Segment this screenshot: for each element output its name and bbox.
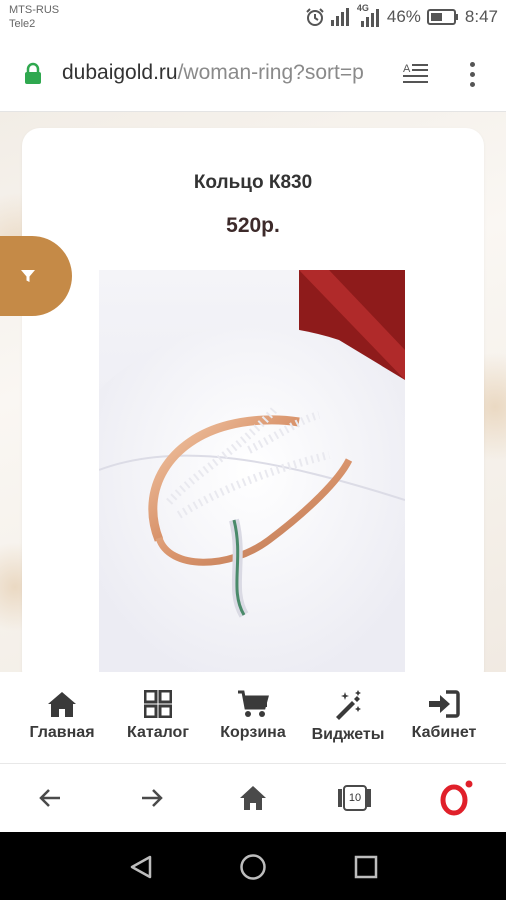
status-icons: 4G 46% 8:47 bbox=[305, 3, 498, 28]
svg-text:A: A bbox=[403, 63, 411, 75]
signal-icon bbox=[330, 8, 349, 26]
home-icon bbox=[48, 692, 76, 717]
address-bar[interactable]: dubaigold.ru/woman-ring?sort=p A bbox=[0, 36, 506, 112]
nav-cart-label: Корзина bbox=[220, 724, 286, 741]
product-title[interactable]: Кольцо К830 bbox=[22, 172, 484, 194]
nav-widgets-label: Виджеты bbox=[311, 726, 385, 743]
site-bottom-nav: Главная Каталог Корзина Виджеты Кабинет bbox=[0, 672, 506, 764]
android-back-icon[interactable] bbox=[128, 854, 154, 880]
lock-icon bbox=[25, 62, 41, 84]
android-recents-icon[interactable] bbox=[353, 854, 379, 880]
back-arrow-icon[interactable] bbox=[34, 782, 66, 814]
product-card[interactable]: Кольцо К830 520р. bbox=[22, 128, 484, 688]
page-content: Кольцо К830 520р. bbox=[0, 112, 506, 762]
url-field[interactable]: dubaigold.ru/woman-ring?sort=p bbox=[62, 60, 394, 86]
clock: 8:47 bbox=[464, 7, 498, 26]
grid-icon bbox=[144, 690, 172, 718]
alarm-icon bbox=[306, 8, 324, 26]
filter-icon bbox=[21, 270, 35, 282]
url-domain: dubaigold.ru bbox=[62, 61, 178, 84]
forward-arrow-icon[interactable] bbox=[136, 782, 168, 814]
opera-logo-icon[interactable] bbox=[436, 778, 476, 818]
nav-account-label: Кабинет bbox=[411, 724, 477, 741]
reader-mode-icon[interactable]: A bbox=[403, 62, 429, 86]
nav-catalog-label: Каталог bbox=[127, 724, 189, 741]
nav-catalog[interactable]: Каталог bbox=[108, 690, 208, 742]
nav-home[interactable]: Главная bbox=[12, 690, 112, 742]
android-nav-bar bbox=[0, 832, 506, 900]
nav-cart[interactable]: Корзина bbox=[203, 690, 303, 742]
nav-account[interactable]: Кабинет bbox=[394, 690, 494, 742]
browser-toolbar: 10 bbox=[0, 764, 506, 832]
battery-icon bbox=[426, 9, 458, 25]
more-menu-icon[interactable] bbox=[462, 60, 482, 88]
nav-home-label: Главная bbox=[29, 724, 95, 741]
ring-photo bbox=[99, 270, 405, 688]
android-home-icon[interactable] bbox=[239, 853, 267, 881]
magic-wand-icon bbox=[336, 690, 361, 720]
cart-icon bbox=[238, 690, 269, 717]
carrier-info: MTS-RUS Tele2 bbox=[9, 3, 59, 31]
nav-widgets[interactable]: Виджеты bbox=[298, 690, 398, 744]
carrier-secondary: Tele2 bbox=[9, 18, 36, 30]
tabs-button[interactable]: 10 bbox=[338, 785, 372, 811]
url-path: /woman-ring?sort=p bbox=[177, 61, 364, 84]
tabs-edge bbox=[367, 789, 371, 807]
signal-4g-icon: 4G bbox=[357, 3, 381, 27]
sign-in-icon bbox=[429, 690, 460, 718]
product-image[interactable] bbox=[99, 270, 405, 688]
tab-count: 10 bbox=[343, 785, 367, 811]
status-bar: MTS-RUS Tele2 4G 46% 8:47 bbox=[0, 0, 506, 36]
tabs-edge bbox=[338, 789, 342, 807]
home-icon[interactable] bbox=[237, 782, 269, 814]
product-price: 520р. bbox=[226, 214, 280, 237]
battery-percent: 46% bbox=[386, 7, 421, 26]
carrier-primary: MTS-RUS bbox=[9, 4, 60, 16]
